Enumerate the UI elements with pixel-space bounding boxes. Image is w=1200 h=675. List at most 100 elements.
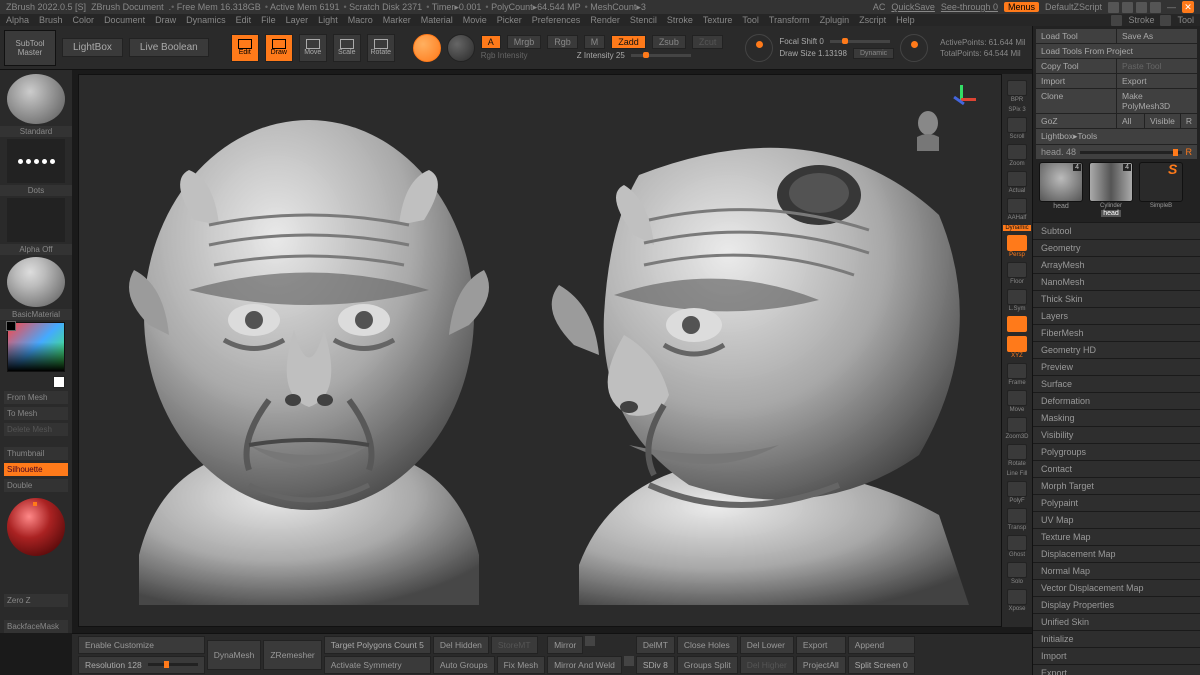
dynamesh-button[interactable]: DynaMesh [207,640,262,670]
edit-mode-button[interactable]: Edit [231,34,259,62]
section-import[interactable]: Import [1033,647,1200,664]
menu-help[interactable]: Help [896,15,915,25]
target-polygons-slider[interactable]: Target Polygons Count 5 [324,636,431,654]
tool-thumb-simplebrush[interactable]: S SimpleB [1138,162,1184,217]
section-uvmap[interactable]: UV Map [1033,511,1200,528]
del-higher-button[interactable]: Del Higher [740,656,794,674]
brush-preview-icon[interactable] [7,74,65,124]
menu-color[interactable]: Color [73,15,95,25]
axis-gizmo-icon[interactable] [947,85,977,115]
silhouette-button[interactable]: Silhouette [4,463,68,476]
menu-texture[interactable]: Texture [703,15,733,25]
draw-gizmo-icon[interactable] [900,34,928,62]
polyf-button[interactable]: PolyF [1005,481,1029,504]
menu-macro[interactable]: Macro [348,15,373,25]
section-visibility[interactable]: Visibility [1033,426,1200,443]
menu-preferences[interactable]: Preferences [532,15,581,25]
xpose-button[interactable]: Xpose [1005,589,1029,612]
focal-gizmo-icon[interactable] [745,34,773,62]
goz-visible-button[interactable]: Visible [1145,114,1180,128]
fix-mesh-button[interactable]: Fix Mesh [497,656,545,674]
stroke-panel-label[interactable]: Stroke [1128,15,1154,25]
zoom-button[interactable]: Zoom [1005,144,1029,167]
dynamic-button[interactable]: Dynamic [853,48,894,59]
menus-button[interactable]: Menus [1004,2,1039,12]
mirror-button[interactable]: Mirror [547,636,583,654]
tool-thumb-head[interactable]: 4 head [1038,162,1084,217]
aahalf-button[interactable]: AAHalf [1005,198,1029,221]
win-icon[interactable] [1150,2,1161,13]
load-tool-button[interactable]: Load Tool [1036,29,1116,43]
del-lower-button[interactable]: Del Lower [740,636,794,654]
persp-button[interactable]: Persp [1005,235,1029,258]
zcut-button[interactable]: Zcut [692,35,724,49]
menu-layer[interactable]: Layer [286,15,309,25]
actual-button[interactable]: Actual [1005,171,1029,194]
enable-customize-button[interactable]: Enable Customize [78,636,205,654]
menu-zplugin[interactable]: Zplugin [820,15,850,25]
section-nanomesh[interactable]: NanoMesh [1033,273,1200,290]
menu-light[interactable]: Light [318,15,338,25]
a-button[interactable]: A [481,35,501,49]
thumbnail-button[interactable]: Thumbnail [4,447,68,460]
close-holes-button[interactable]: Close Holes [677,636,738,654]
stroke-icon[interactable] [1111,15,1122,26]
move3d-button[interactable]: Move [1005,390,1029,413]
mirror-weld-axis-icon[interactable] [624,656,634,666]
to-mesh-button[interactable]: To Mesh [4,407,68,420]
z-intensity-slider[interactable]: Z Intensity 25 [577,51,625,60]
export-button[interactable]: Export [1117,74,1197,88]
draw-size-slider[interactable]: Draw Size 1.13198 [779,49,847,58]
close-icon[interactable]: ✕ [1182,1,1194,13]
zoom3d-button[interactable]: Zoom3D [1005,417,1029,440]
z-intensity-track[interactable] [631,54,691,57]
section-geometry[interactable]: Geometry [1033,239,1200,256]
m-button[interactable]: M [584,35,606,49]
section-vdm[interactable]: Vector Displacement Map [1033,579,1200,596]
section-geometryhd[interactable]: Geometry HD [1033,341,1200,358]
tool-thumb-cylinder[interactable]: 4 Cylinder head [1088,162,1134,217]
subtool-master-button[interactable]: SubTool Master [4,30,56,66]
section-export[interactable]: Export [1033,664,1200,675]
viewport[interactable] [78,74,1002,627]
section-initialize[interactable]: Initialize [1033,630,1200,647]
rgb-button[interactable]: Rgb [547,35,578,49]
liveboolean-button[interactable]: Live Boolean [129,38,209,57]
section-preview[interactable]: Preview [1033,358,1200,375]
menu-picker[interactable]: Picker [497,15,522,25]
resolution-slider[interactable]: Resolution 128 [78,656,205,674]
import-button[interactable]: Import [1036,74,1116,88]
swatch[interactable] [53,376,65,388]
solo-button[interactable]: Solo [1005,562,1029,585]
projectall-button[interactable]: ProjectAll [796,656,846,674]
section-thickskin[interactable]: Thick Skin [1033,290,1200,307]
sdiv-slider[interactable]: SDiv 8 [636,656,675,674]
menu-dynamics[interactable]: Dynamics [186,15,226,25]
bpr-button[interactable]: BPR [1005,80,1029,103]
thumbnail-preview-icon[interactable] [7,498,65,556]
menu-file[interactable]: File [261,15,276,25]
mirror-weld-button[interactable]: Mirror And Weld [547,656,622,674]
backfacemask-button[interactable]: BackfaceMask [4,620,68,633]
menu-zscript[interactable]: Zscript [859,15,886,25]
section-displacement[interactable]: Displacement Map [1033,545,1200,562]
section-normalmap[interactable]: Normal Map [1033,562,1200,579]
focal-shift-slider[interactable]: Focal Shift 0 [779,37,823,46]
goz-all-button[interactable]: All [1117,114,1144,128]
goz-button[interactable]: GoZ [1036,114,1116,128]
minimize-icon[interactable]: — [1167,2,1176,12]
section-masking[interactable]: Masking [1033,409,1200,426]
menu-stencil[interactable]: Stencil [630,15,657,25]
win-icon[interactable] [1108,2,1119,13]
win-icon[interactable] [1136,2,1147,13]
xyz-button[interactable]: XYZ [1005,336,1029,359]
zadd-button[interactable]: Zadd [611,35,646,49]
section-polygroups[interactable]: Polygroups [1033,443,1200,460]
menu-material[interactable]: Material [421,15,453,25]
menu-marker[interactable]: Marker [383,15,411,25]
double-button[interactable]: Double [4,479,68,492]
material-preview-icon[interactable] [447,34,475,62]
zremesher-button[interactable]: ZRemesher [263,640,321,670]
lightbox-tools-button[interactable]: Lightbox▸Tools [1036,129,1197,144]
transp-button[interactable]: Transp [1005,508,1029,531]
